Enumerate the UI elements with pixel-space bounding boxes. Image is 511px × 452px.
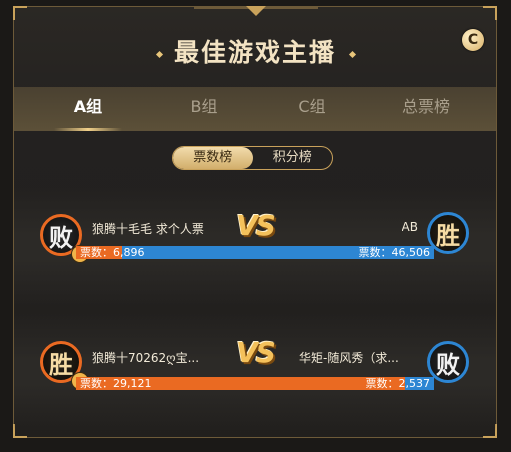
tab-total-votes[interactable]: 总票榜 xyxy=(378,87,474,131)
result-badge-lose: 败 xyxy=(436,350,460,379)
match-card: 胜 狼腾十70262ღ宝... VS 华矩-随风秀（求... 败 票数：29,1… xyxy=(14,312,496,432)
right-vote-count: 票数：2,537 xyxy=(365,377,431,390)
right-streamer-name[interactable]: AB xyxy=(402,220,418,234)
result-badge-win: 胜 xyxy=(436,221,460,250)
corner-ornament xyxy=(483,6,497,20)
tab-group-c[interactable]: C组 xyxy=(270,87,354,131)
right-vote-count: 票数：46,506 xyxy=(358,246,431,259)
votes-ranking-button[interactable]: 票数榜 xyxy=(173,147,253,169)
vote-progress-bar: 票数：6,896 票数：46,506 xyxy=(76,246,434,259)
vs-icon: VS xyxy=(236,209,276,242)
left-vote-count: 票数：29,121 xyxy=(80,377,152,390)
right-streamer-name[interactable]: 华矩-随风秀（求... xyxy=(299,349,419,366)
ranking-toggle: 票数榜 积分榜 xyxy=(172,146,333,170)
tab-group-a[interactable]: A组 xyxy=(46,87,130,131)
page-title: 最佳游戏主播 xyxy=(173,38,336,67)
top-notch-ornament xyxy=(246,6,266,16)
left-vote-count: 票数：6,896 xyxy=(80,246,145,259)
result-badge-lose: 败 xyxy=(49,223,73,252)
tab-group-b[interactable]: B组 xyxy=(162,87,246,131)
group-tabs: A组 B组 C组 总票榜 xyxy=(14,87,496,131)
corner-ornament xyxy=(13,6,27,20)
refresh-icon[interactable]: C xyxy=(462,29,484,51)
result-badge-win: 胜 xyxy=(49,350,73,379)
left-streamer-name[interactable]: 狼腾十毛毛 求个人票 xyxy=(92,220,222,237)
best-streamer-panel: 最佳游戏主播 C A组 B组 C组 总票榜 票数榜 积分榜 败 狼腾十毛毛 求个… xyxy=(13,6,497,438)
vote-progress-bar: 票数：29,121 票数：2,537 xyxy=(76,377,434,390)
left-streamer-name[interactable]: 狼腾十70262ღ宝... xyxy=(92,349,216,366)
vs-icon: VS xyxy=(236,336,276,369)
points-ranking-button[interactable]: 积分榜 xyxy=(253,147,333,169)
match-card: 败 狼腾十毛毛 求个人票 VS AB 胜 票数：6,896 票数：46,506 xyxy=(14,187,496,307)
